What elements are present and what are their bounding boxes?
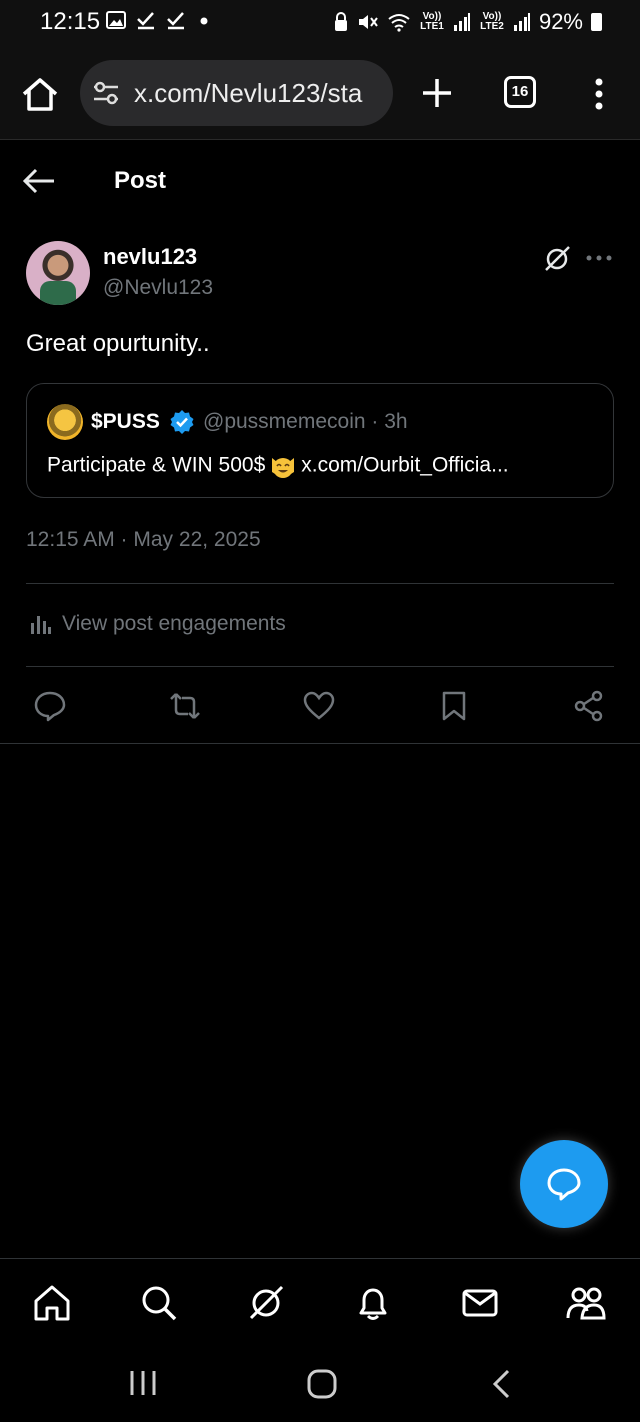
notifications-icon[interactable] bbox=[353, 1283, 393, 1323]
system-home-icon[interactable] bbox=[306, 1368, 338, 1400]
dot-icon bbox=[200, 17, 208, 25]
home-icon[interactable] bbox=[32, 1283, 72, 1323]
site-settings-icon[interactable] bbox=[92, 80, 120, 106]
battery-percent: 92% bbox=[538, 9, 583, 34]
browser-home-icon[interactable] bbox=[20, 76, 60, 112]
quoted-text-start: Participate & WIN 500$ bbox=[47, 453, 266, 477]
url-bar[interactable]: x.com/Nevlu123/sta bbox=[80, 60, 393, 126]
status-notification-icons bbox=[106, 10, 212, 30]
url-text[interactable]: x.com/Nevlu123/sta bbox=[134, 78, 362, 109]
post-timestamp[interactable]: 12:15 AM · May 22, 2025 bbox=[26, 528, 261, 552]
browser-menu-icon[interactable] bbox=[588, 76, 610, 112]
quoted-post-text: Participate & WIN 500$ x.com/Ourbit_Offic… bbox=[47, 452, 509, 480]
messages-icon[interactable] bbox=[460, 1283, 500, 1323]
reply-icon[interactable] bbox=[34, 690, 66, 722]
status-time: 12:15 bbox=[40, 8, 101, 35]
lock-icon bbox=[334, 12, 347, 31]
author-avatar[interactable] bbox=[26, 241, 90, 305]
gallery-icon bbox=[106, 11, 126, 29]
network-label-2: Vo)) LTE2 bbox=[480, 11, 504, 32]
divider bbox=[26, 583, 614, 584]
wifi-icon bbox=[388, 14, 410, 32]
status-bar: 12:15 Vo)) LTE1 Vo)) LTE2 92% bbox=[0, 0, 640, 46]
tab-switcher-button[interactable]: 16 bbox=[504, 76, 536, 108]
verified-badge-icon bbox=[170, 410, 194, 434]
status-right-icons: Vo)) LTE1 Vo)) LTE2 92% bbox=[333, 9, 602, 35]
author-handle[interactable]: @Nevlu123 bbox=[103, 276, 213, 300]
communities-icon[interactable] bbox=[566, 1283, 606, 1323]
smiling-cat-emoji-icon bbox=[272, 458, 295, 478]
check-icon bbox=[167, 12, 184, 30]
repost-icon[interactable] bbox=[169, 690, 201, 722]
divider bbox=[0, 743, 640, 744]
quoted-link-text[interactable]: x.com/Ourbit_Officia... bbox=[301, 454, 508, 477]
author-name[interactable]: nevlu123 bbox=[103, 244, 197, 270]
divider bbox=[26, 666, 614, 667]
mute-icon bbox=[358, 15, 378, 29]
bookmark-icon[interactable] bbox=[438, 690, 470, 722]
back-arrow-icon[interactable] bbox=[20, 165, 56, 197]
quoted-post-card[interactable]: $PUSS @pussmemecoin · 3h Participate & W… bbox=[26, 383, 614, 498]
more-options-icon[interactable] bbox=[586, 250, 612, 266]
like-icon[interactable] bbox=[303, 690, 335, 722]
grok-icon[interactable] bbox=[542, 244, 572, 274]
page-title: Post bbox=[114, 167, 167, 194]
battery-icon bbox=[591, 13, 602, 31]
grok-icon[interactable] bbox=[246, 1283, 286, 1323]
analytics-icon bbox=[31, 616, 51, 634]
post-text: Great opurtunity.. bbox=[26, 330, 210, 357]
recent-apps-icon[interactable] bbox=[128, 1368, 158, 1398]
quoted-author-name: $PUSS bbox=[91, 410, 160, 433]
share-icon[interactable] bbox=[573, 690, 605, 722]
quoted-handle-time: @pussmemecoin · 3h bbox=[203, 410, 408, 433]
reply-icon bbox=[547, 1168, 581, 1201]
network-label-1: Vo)) LTE1 bbox=[420, 11, 444, 32]
view-engagements-link[interactable]: View post engagements bbox=[30, 612, 286, 636]
system-back-icon[interactable] bbox=[488, 1368, 516, 1400]
browser-toolbar: x.com/Nevlu123/sta 16 bbox=[0, 46, 640, 140]
view-engagements-label[interactable]: View post engagements bbox=[62, 612, 286, 636]
quoted-author-avatar bbox=[47, 404, 83, 440]
system-navigation-bar bbox=[0, 1346, 640, 1422]
bottom-navigation bbox=[0, 1258, 640, 1346]
post-header: Post bbox=[0, 141, 640, 221]
check-icon bbox=[137, 12, 154, 30]
new-tab-icon[interactable] bbox=[420, 76, 454, 110]
signal-icon bbox=[453, 13, 470, 31]
search-icon[interactable] bbox=[139, 1283, 179, 1323]
signal-icon bbox=[513, 13, 530, 31]
reply-fab-button[interactable] bbox=[520, 1140, 608, 1228]
